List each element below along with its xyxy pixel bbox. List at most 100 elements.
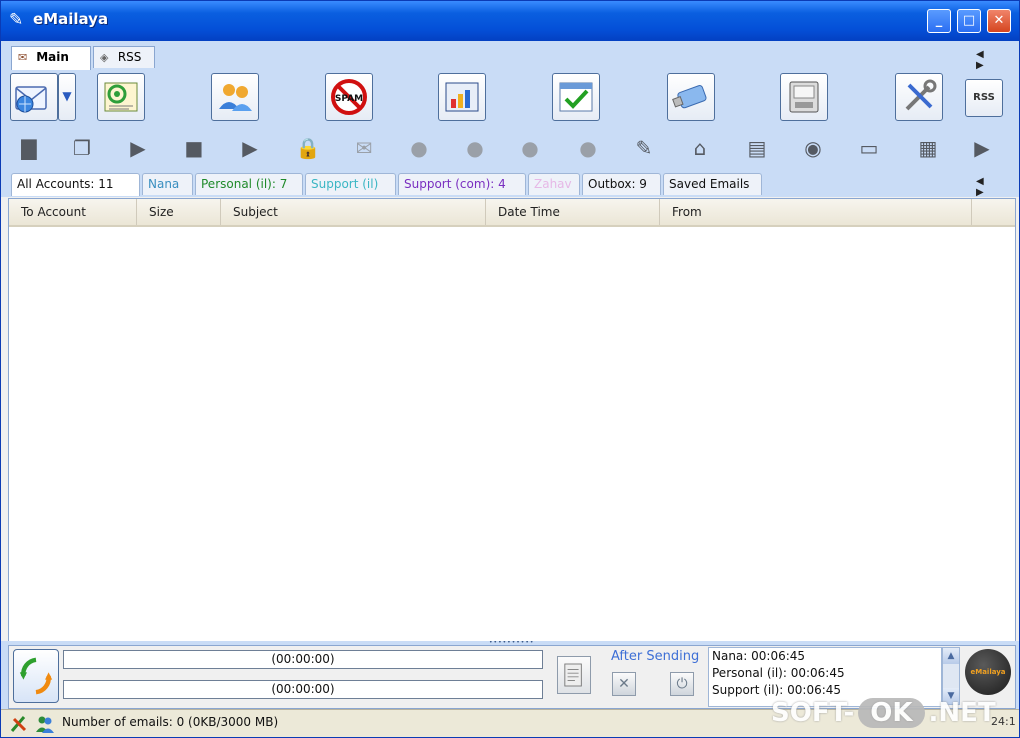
after-sending-shutdown-button[interactable]: ⏻ <box>670 672 694 696</box>
contacts-button[interactable] <box>211 73 259 121</box>
account-tab-2[interactable]: Personal (il): 7 <box>195 173 303 195</box>
watermark-right: .NET <box>928 698 996 728</box>
timer-nana: Nana: 00:06:45 <box>712 649 806 663</box>
grid-icon: ▦ <box>918 136 938 160</box>
storage-button[interactable] <box>780 73 828 121</box>
checklist-icon <box>559 82 593 112</box>
rss-button[interactable]: RSS <box>965 79 1003 117</box>
movie-button[interactable]: ▶ <box>235 133 265 163</box>
column-subject[interactable]: Subject <box>221 199 486 225</box>
user-check-button[interactable]: ● <box>404 133 434 163</box>
main-toolbar: SPAM <box>1 71 1019 127</box>
account-tab-6[interactable]: Outbox: 9 <box>582 173 661 195</box>
tab-main[interactable]: ✉ Main <box>11 46 91 70</box>
users-sync-button[interactable]: ● <box>515 133 545 163</box>
at-sign-card-icon <box>104 82 138 112</box>
people-icon <box>219 84 252 111</box>
user-move-button[interactable]: ● <box>460 133 490 163</box>
grid-button[interactable]: ▦ <box>913 133 943 163</box>
title-bar[interactable]: ✎ eMailaya _ □ ✕ <box>1 1 1019 41</box>
rss-icon: ◈ <box>100 51 109 64</box>
account-tab-4[interactable]: Support (com): 4 <box>398 173 526 195</box>
disc-button[interactable]: ◉ <box>798 133 828 163</box>
open-mail-button[interactable]: ✉ <box>349 133 379 163</box>
video-button[interactable]: ▶ <box>123 133 153 163</box>
watermark-left: SOFT- <box>771 698 855 728</box>
watermark: SOFT- OK .NET <box>771 691 996 735</box>
emailaya-logo: eMailaya <box>965 649 1011 695</box>
printer-button[interactable]: ▭ <box>854 133 884 163</box>
video-icon: ▶ <box>130 136 146 160</box>
usb-backup-button[interactable] <box>667 73 715 121</box>
users-icon[interactable] <box>35 714 55 734</box>
maximize-button[interactable]: □ <box>957 9 981 33</box>
tab-rss-label: RSS <box>117 50 142 64</box>
close-button[interactable]: ✕ <box>987 9 1011 33</box>
lock-button[interactable]: 🔒 <box>293 133 323 163</box>
card-add-icon: ▤ <box>747 136 767 160</box>
spam-filter-icon[interactable] <box>9 714 29 734</box>
address-book-button[interactable] <box>97 73 145 121</box>
exit-icon: ▶ <box>974 136 990 160</box>
settings-button[interactable] <box>895 73 943 121</box>
statistics-button[interactable] <box>438 73 486 121</box>
tab-main-label: Main <box>36 50 69 64</box>
minimize-button[interactable]: _ <box>927 9 951 33</box>
printer-icon: ▭ <box>859 136 879 160</box>
lock-icon: 🔒 <box>295 136 321 160</box>
user-check-icon: ● <box>410 136 428 160</box>
film-icon: ■ <box>184 136 204 160</box>
spam-button[interactable]: SPAM <box>325 73 373 121</box>
column-from[interactable]: From <box>660 199 972 225</box>
column-size[interactable]: Size <box>137 199 221 225</box>
tab-rss[interactable]: ◈ RSS <box>93 46 155 68</box>
power-icon: ⏻ <box>676 676 688 692</box>
user-move-icon: ● <box>466 136 484 160</box>
disc-icon: ◉ <box>804 136 822 160</box>
account-tab-0[interactable]: All Accounts: 11 <box>11 173 140 196</box>
card-add-button[interactable]: ▤ <box>742 133 772 163</box>
column-to-account[interactable]: To Account <box>9 199 137 225</box>
copy-button[interactable]: ❐ <box>67 133 97 163</box>
envelope-globe-icon <box>15 86 47 113</box>
tasks-button[interactable] <box>552 73 600 121</box>
mail-icon: ✉ <box>18 51 28 64</box>
exit-button[interactable]: ▶ <box>967 133 997 163</box>
email-list[interactable]: To Account Size Subject Date Time From <box>8 198 1016 643</box>
edit-doc-icon: ✎ <box>635 136 653 160</box>
network-button[interactable]: ⌂ <box>685 133 715 163</box>
scroll-up-icon[interactable]: ▲ <box>943 648 959 664</box>
account-tab-7[interactable]: Saved Emails <box>663 173 762 195</box>
notepad-icon <box>564 663 582 687</box>
svg-text:SPAM: SPAM <box>335 94 363 104</box>
account-tab-3[interactable]: Support (il) <box>305 173 396 195</box>
bar-chart-icon <box>445 82 479 112</box>
send-receive-button[interactable] <box>13 649 59 703</box>
edit-doc-button[interactable]: ✎ <box>629 133 659 163</box>
tab-scroll-arrows[interactable]: ◀ ▶ <box>976 49 1019 71</box>
account-tab-scroll-arrows[interactable]: ◀ ▶ <box>976 176 1019 198</box>
no-spam-icon: SPAM <box>331 79 367 115</box>
after-sending-none-button[interactable]: ✕ <box>612 672 636 696</box>
user-chat-button[interactable]: ● <box>573 133 603 163</box>
email-list-header: To Account Size Subject Date Time From <box>9 199 1015 227</box>
x-box-icon: ✕ <box>618 676 630 692</box>
account-tab-5[interactable]: Zahav <box>528 173 580 195</box>
watermark-mid: OK <box>858 698 925 728</box>
new-mail-button[interactable] <box>10 73 58 121</box>
secondary-toolbar: ▇ ❐ ▶ ■ ▶ 🔒 ✉ ● ● ● ● ✎ ⌂ ▤ ◉ ▭ ▦ ▶ <box>1 129 1019 167</box>
users-sync-icon: ● <box>521 136 539 160</box>
window-title: eMailaya <box>33 10 109 28</box>
timer-personal: Personal (il): 00:06:45 <box>712 666 845 680</box>
app-icon: ✎ <box>9 10 24 30</box>
column-date-time[interactable]: Date Time <box>486 199 660 225</box>
log-button[interactable] <box>557 656 591 694</box>
sync-arrows-icon <box>19 657 53 695</box>
progress-bar-2: (00:00:00) <box>63 680 543 699</box>
account-tab-1[interactable]: Nana <box>142 173 193 195</box>
folder-button[interactable]: ▇ <box>14 133 44 163</box>
email-count-status: Number of emails: 0 (0KB/3000 MB) <box>62 715 279 729</box>
new-mail-dropdown[interactable]: ▼ <box>58 73 76 121</box>
film-button[interactable]: ■ <box>179 133 209 163</box>
app-window: ✎ eMailaya _ □ ✕ ✉ Main ◈ RSS ◀ ▶ SPAM ▼… <box>0 0 1020 738</box>
